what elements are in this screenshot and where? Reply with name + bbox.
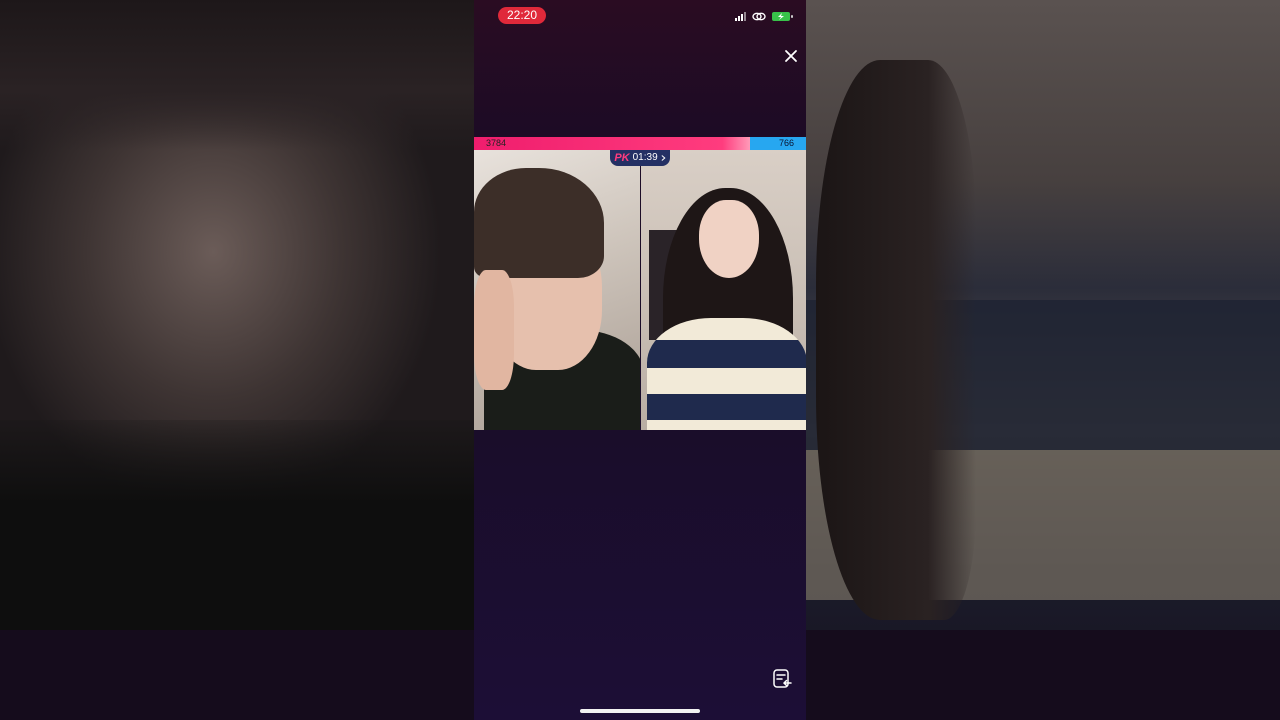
pk-badge: PK: [614, 152, 630, 164]
signal-icon: [735, 11, 746, 21]
link-icon: [752, 12, 766, 20]
pk-timer-value: 01:39: [632, 152, 658, 163]
blurred-background-left: [0, 0, 474, 720]
background-dim-band: [806, 630, 1280, 720]
background-hair: [0, 0, 474, 150]
background-dim-band: [0, 630, 474, 720]
host-hand: [474, 270, 514, 390]
chevron-right-icon: [661, 155, 666, 161]
background-hair: [816, 60, 976, 620]
status-time: 22:20: [498, 7, 546, 24]
host-video-left[interactable]: [474, 150, 640, 430]
status-bar: 22:20: [474, 0, 806, 32]
background-shirt: [0, 420, 474, 630]
opponent-hoodie: [647, 318, 806, 430]
home-indicator[interactable]: [580, 709, 700, 713]
battery-charging-icon: [772, 11, 793, 21]
opponent-face: [699, 200, 759, 278]
status-icons: [735, 10, 793, 22]
phone-screen: 22:20 3784 766 PK 01:39: [474, 0, 806, 720]
pk-right-score: 766: [750, 137, 806, 150]
close-icon[interactable]: [782, 47, 800, 65]
host-hair: [474, 168, 604, 278]
opponent-video-right[interactable]: [641, 150, 806, 430]
pk-timer[interactable]: PK 01:39: [610, 150, 670, 166]
pk-video-area: [474, 150, 806, 430]
pk-left-score: 3784: [474, 137, 750, 150]
blurred-background-right: [806, 0, 1280, 720]
pk-score-bar: 3784 766: [474, 137, 806, 150]
subtitle-toggle-icon[interactable]: [771, 668, 793, 690]
